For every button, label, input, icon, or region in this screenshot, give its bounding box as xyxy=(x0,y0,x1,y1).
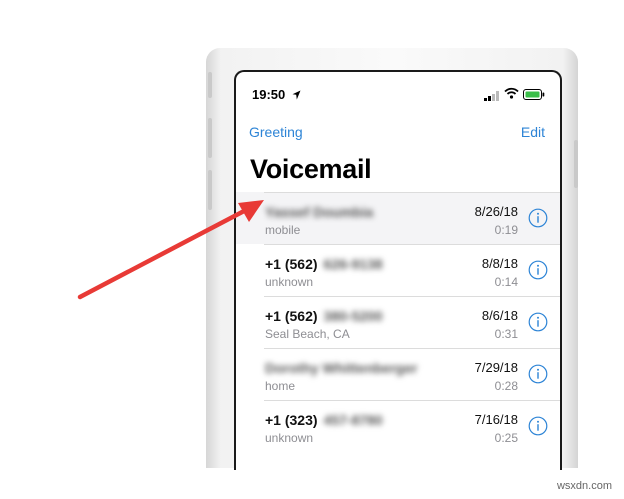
info-icon[interactable] xyxy=(528,364,548,389)
voicemail-row[interactable]: +1 (562) 626-9138 unknown 8/8/18 0:14 xyxy=(236,244,560,296)
watermark: wsxdn.com xyxy=(556,480,612,492)
voicemail-label: home xyxy=(265,379,296,393)
phone-volume-down-button xyxy=(208,170,212,210)
greeting-button[interactable]: Greeting xyxy=(249,124,303,140)
voicemail-date: 8/8/18 xyxy=(481,256,518,271)
voicemail-label: unknown xyxy=(265,431,314,445)
page-title: Voicemail xyxy=(250,154,372,184)
voicemail-caller: +1 (323) 457-8780 xyxy=(265,412,383,428)
edit-button[interactable]: Edit xyxy=(521,124,545,140)
voicemail-duration: 0:28 xyxy=(494,379,518,393)
voicemail-date: 8/26/18 xyxy=(474,204,518,219)
voicemail-caller: Dorothy Whittenberger xyxy=(265,360,418,376)
voicemail-date: 7/16/18 xyxy=(474,412,518,427)
voicemail-duration: 0:31 xyxy=(494,327,518,341)
voicemail-duration: 0:19 xyxy=(494,223,518,237)
voicemail-row[interactable]: +1 (562) 380-5200 Seal Beach, CA 8/6/18 0… xyxy=(236,296,560,348)
status-bar: 19:50 xyxy=(236,72,560,112)
voicemail-list: Yassef Doumbia mobile 8/26/18 0:19 +1 (5… xyxy=(236,192,560,452)
location-arrow-icon xyxy=(292,87,301,105)
phone-power-button xyxy=(574,140,578,188)
info-icon[interactable] xyxy=(528,260,548,285)
voicemail-row[interactable]: Yassef Doumbia mobile 8/26/18 0:19 xyxy=(236,192,560,244)
voicemail-duration: 0:25 xyxy=(494,431,518,445)
wifi-icon xyxy=(504,86,519,104)
phone-volume-up-button xyxy=(208,118,212,158)
voicemail-caller: +1 (562) 380-5200 xyxy=(265,308,383,324)
voicemail-caller: Yassef Doumbia xyxy=(265,204,374,220)
voicemail-row[interactable]: +1 (323) 457-8780 unknown 7/16/18 0:25 xyxy=(236,400,560,452)
battery-icon xyxy=(523,87,545,105)
status-time: 19:50 xyxy=(252,87,286,102)
voicemail-date: 7/29/18 xyxy=(474,360,518,375)
voicemail-date: 8/6/18 xyxy=(481,308,518,323)
info-icon[interactable] xyxy=(528,416,548,441)
voicemail-label: mobile xyxy=(265,223,301,237)
info-icon[interactable] xyxy=(528,312,548,337)
voicemail-caller: +1 (562) 626-9138 xyxy=(265,256,383,272)
phone-side-button xyxy=(208,72,212,98)
cellular-signal-icon xyxy=(484,88,500,106)
phone-screen: 19:50 Greeting Edit Voicemail Yassef Dou… xyxy=(234,70,562,470)
voicemail-label: Seal Beach, CA xyxy=(265,327,350,341)
voicemail-row[interactable]: Dorothy Whittenberger home 7/29/18 0:28 xyxy=(236,348,560,400)
info-icon[interactable] xyxy=(528,208,548,233)
voicemail-label: unknown xyxy=(265,275,314,289)
voicemail-duration: 0:14 xyxy=(494,275,518,289)
